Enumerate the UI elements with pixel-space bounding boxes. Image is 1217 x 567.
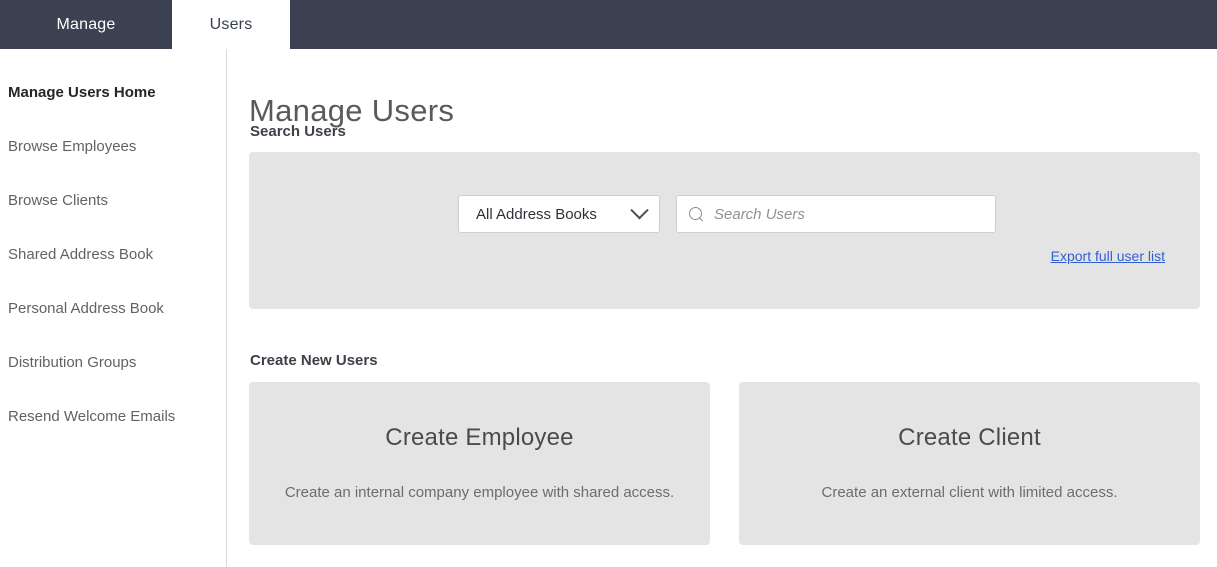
sidebar-item-shared-address-book[interactable]: Shared Address Book <box>0 228 226 282</box>
search-icon <box>689 206 704 222</box>
address-book-select-value: All Address Books <box>476 205 597 223</box>
search-section-label: Search Users <box>250 123 346 140</box>
sidebar-item-resend-welcome-emails[interactable]: Resend Welcome Emails <box>0 390 226 444</box>
sidebar-item-label: Distribution Groups <box>8 354 137 371</box>
sidebar-item-manage-users-home[interactable]: Manage Users Home <box>0 66 226 120</box>
search-input[interactable] <box>714 205 983 223</box>
sidebar-item-label: Browse Employees <box>8 138 137 155</box>
sidebar: Manage Users Home Browse Employees Brows… <box>0 49 227 567</box>
sidebar-item-browse-employees[interactable]: Browse Employees <box>0 120 226 174</box>
tab-manage-label: Manage <box>56 15 116 33</box>
search-controls-row: All Address Books <box>458 195 996 233</box>
search-input-wrapper[interactable] <box>676 195 996 233</box>
search-users-panel: All Address Books Export full user list <box>249 152 1200 309</box>
main-content: Manage Users Search Users All Address Bo… <box>227 49 1217 567</box>
top-tab-bar: Manage Users <box>0 0 1217 49</box>
create-employee-description: Create an internal company employee with… <box>284 484 675 501</box>
sidebar-item-label: Personal Address Book <box>8 300 164 317</box>
create-employee-title: Create Employee <box>385 424 574 451</box>
tab-manage[interactable]: Manage <box>0 0 172 49</box>
export-full-user-list-link[interactable]: Export full user list <box>1051 248 1165 264</box>
sidebar-item-distribution-groups[interactable]: Distribution Groups <box>0 336 226 390</box>
create-client-title: Create Client <box>898 424 1041 451</box>
chevron-down-icon <box>630 200 649 219</box>
sidebar-item-label: Shared Address Book <box>8 246 154 263</box>
sidebar-item-label: Manage Users Home <box>8 84 156 101</box>
sidebar-item-label: Resend Welcome Emails <box>8 408 176 425</box>
tab-users-label: Users <box>209 15 253 33</box>
address-book-select[interactable]: All Address Books <box>458 195 660 233</box>
create-employee-card[interactable]: Create Employee Create an internal compa… <box>249 382 710 545</box>
tab-users[interactable]: Users <box>172 0 290 49</box>
create-client-description: Create an external client with limited a… <box>821 484 1118 501</box>
sidebar-item-label: Browse Clients <box>8 192 109 209</box>
create-client-card[interactable]: Create Client Create an external client … <box>739 382 1200 545</box>
create-section-label: Create New Users <box>250 352 378 369</box>
sidebar-item-personal-address-book[interactable]: Personal Address Book <box>0 282 226 336</box>
sidebar-item-browse-clients[interactable]: Browse Clients <box>0 174 226 228</box>
create-users-cards: Create Employee Create an internal compa… <box>249 382 1200 545</box>
